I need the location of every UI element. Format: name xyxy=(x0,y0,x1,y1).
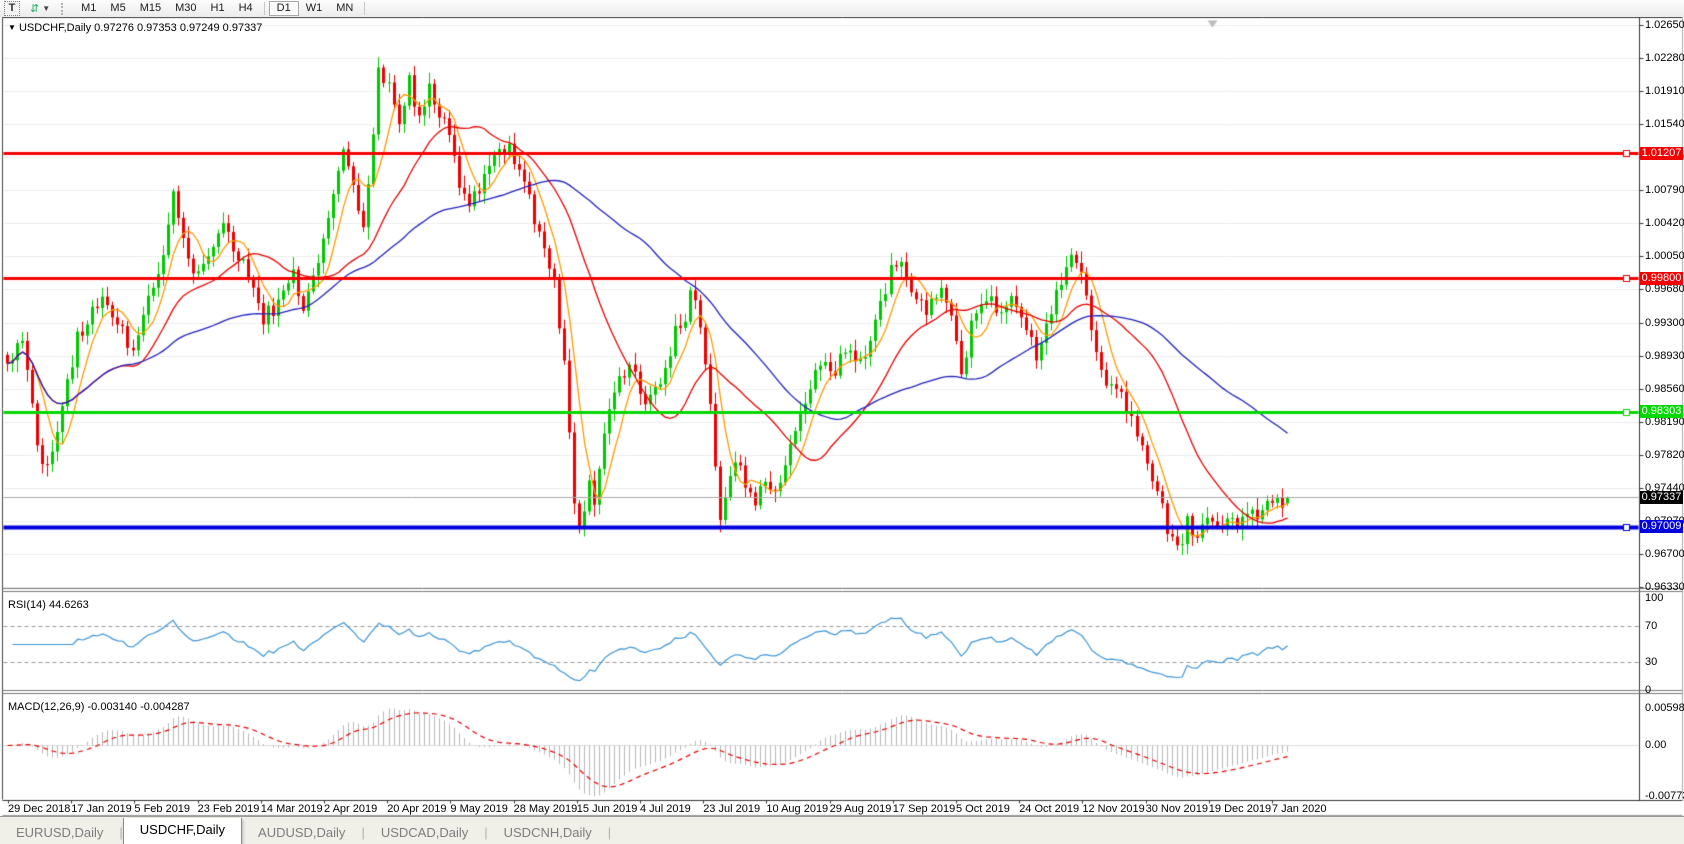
macd-axis-tick: 0.005986 xyxy=(1645,702,1684,714)
rsi-axis-tick: 70 xyxy=(1645,620,1657,632)
date-axis-label: 10 Aug 2019 xyxy=(766,803,828,815)
price-axis-tick: 1.01540 xyxy=(1645,118,1684,130)
price-axis-tick: 1.00420 xyxy=(1645,217,1684,229)
text-tool-button[interactable]: T xyxy=(4,1,20,16)
ohlc-low: 0.97249 xyxy=(180,22,220,34)
timeframe-w1[interactable]: W1 xyxy=(299,1,330,16)
rsi-value: 44.6263 xyxy=(49,599,89,611)
chevron-down-icon: ▼ xyxy=(42,4,50,13)
styles-dropdown-button[interactable]: ⇵ ▼ xyxy=(26,2,54,15)
date-axis-label: 19 Dec 2019 xyxy=(1209,803,1271,815)
tab-usdcnh-daily[interactable]: USDCNH,Daily xyxy=(488,820,608,844)
price-tag-hline: 1.01207 xyxy=(1640,147,1683,160)
price-tag-current: 0.97337 xyxy=(1640,491,1683,504)
price-axis-tick: 0.98560 xyxy=(1645,383,1684,395)
chart-region: ▼ USDCHF,Daily 0.97276 0.97353 0.97249 0… xyxy=(0,17,1684,816)
price-tag-hline: 0.99800 xyxy=(1640,272,1683,285)
rsi-axis-tick: 100 xyxy=(1645,592,1663,604)
tab-audusd-daily[interactable]: AUDUSD,Daily xyxy=(242,820,361,844)
tab-separator: | xyxy=(608,820,611,844)
date-axis-label: 20 Apr 2019 xyxy=(387,803,446,815)
toolbar-grip xyxy=(61,3,69,15)
rsi-indicator-label: RSI(14) 44.6263 xyxy=(8,599,89,611)
timeframe-m15[interactable]: M15 xyxy=(133,1,168,16)
price-axis-tick: 0.97820 xyxy=(1645,449,1684,461)
rsi-axis-tick: 0 xyxy=(1645,684,1651,696)
toolbar-separator xyxy=(264,2,265,15)
macd-axis-tick: 0.00 xyxy=(1645,739,1666,751)
tab-usdchf-daily[interactable]: USDCHF,Daily xyxy=(123,818,242,844)
terminal-window: T ⇵ ▼ M1 M5 M15 M30 H1 H4 D1 W1 MN ▼ USD… xyxy=(0,0,1684,844)
chart-symbol: USDCHF,Daily xyxy=(19,22,91,34)
price-axis-tick: 1.02650 xyxy=(1645,19,1684,31)
date-axis-label: 5 Feb 2019 xyxy=(134,803,190,815)
date-axis-label: 23 Feb 2019 xyxy=(198,803,260,815)
timeframe-mn[interactable]: MN xyxy=(329,1,360,16)
macd-axis-tick: -0.007737 xyxy=(1645,790,1684,802)
tab-usdcad-daily[interactable]: USDCAD,Daily xyxy=(365,820,484,844)
price-axis-tick: 0.98930 xyxy=(1645,350,1684,362)
macd-indicator-label: MACD(12,26,9) -0.003140 -0.004287 xyxy=(8,701,190,713)
macd-name: MACD(12,26,9) xyxy=(8,701,84,713)
chart-tab-bar: EURUSD,Daily | USDCHF,Daily AUDUSD,Daily… xyxy=(0,816,1684,844)
date-axis-label: 12 Nov 2019 xyxy=(1082,803,1144,815)
timeframe-h4[interactable]: H4 xyxy=(232,1,260,16)
rsi-name: RSI(14) xyxy=(8,599,46,611)
styler-icon: ⇵ xyxy=(30,2,39,15)
date-axis-label: 14 Mar 2019 xyxy=(261,803,323,815)
date-axis-label: 29 Aug 2019 xyxy=(830,803,892,815)
date-axis-label: 23 Jul 2019 xyxy=(703,803,760,815)
ohlc-high: 0.97353 xyxy=(137,22,177,34)
timeframe-h1[interactable]: H1 xyxy=(204,1,232,16)
price-chart-canvas[interactable] xyxy=(0,17,1684,816)
ohlc-close: 0.97337 xyxy=(223,22,263,34)
price-axis-tick: 1.01910 xyxy=(1645,85,1684,97)
date-axis-label: 4 Jul 2019 xyxy=(640,803,691,815)
toolbar-separator xyxy=(364,2,365,15)
price-axis-tick: 1.00050 xyxy=(1645,250,1684,262)
ohlc-open: 0.97276 xyxy=(94,22,134,34)
date-axis-label: 15 Jun 2019 xyxy=(577,803,638,815)
price-tag-hline: 0.98303 xyxy=(1640,405,1683,418)
chart-toolbar: T ⇵ ▼ M1 M5 M15 M30 H1 H4 D1 W1 MN xyxy=(0,0,1684,18)
macd-main-value: -0.003140 xyxy=(87,701,137,713)
timeframe-m30[interactable]: M30 xyxy=(168,1,203,16)
date-axis-label: 17 Sep 2019 xyxy=(893,803,955,815)
price-axis-tick: 0.96700 xyxy=(1645,548,1684,560)
price-axis-tick: 1.02280 xyxy=(1645,52,1684,64)
timeframe-m1[interactable]: M1 xyxy=(74,1,103,16)
price-tag-hline: 0.97009 xyxy=(1640,520,1683,533)
date-axis-label: 30 Nov 2019 xyxy=(1146,803,1208,815)
chart-title: ▼ USDCHF,Daily 0.97276 0.97353 0.97249 0… xyxy=(8,22,262,34)
macd-signal-value: -0.004287 xyxy=(140,701,190,713)
date-axis-label: 9 May 2019 xyxy=(450,803,507,815)
tab-eurusd-daily[interactable]: EURUSD,Daily xyxy=(0,820,119,844)
collapse-triangle-icon: ▼ xyxy=(8,23,16,32)
timeframe-m5[interactable]: M5 xyxy=(103,1,132,16)
date-axis-label: 24 Oct 2019 xyxy=(1019,803,1079,815)
rsi-axis-tick: 30 xyxy=(1645,656,1657,668)
date-axis-label: 29 Dec 2018 xyxy=(8,803,70,815)
date-axis-label: 28 May 2019 xyxy=(514,803,578,815)
date-axis-label: 17 Jan 2019 xyxy=(71,803,132,815)
date-axis-label: 2 Apr 2019 xyxy=(324,803,377,815)
price-axis-tick: 1.00790 xyxy=(1645,184,1684,196)
date-axis-label: 5 Oct 2019 xyxy=(956,803,1010,815)
price-axis-tick: 0.99300 xyxy=(1645,317,1684,329)
date-axis-label: 7 Jan 2020 xyxy=(1272,803,1326,815)
timeframe-d1[interactable]: D1 xyxy=(269,1,299,16)
